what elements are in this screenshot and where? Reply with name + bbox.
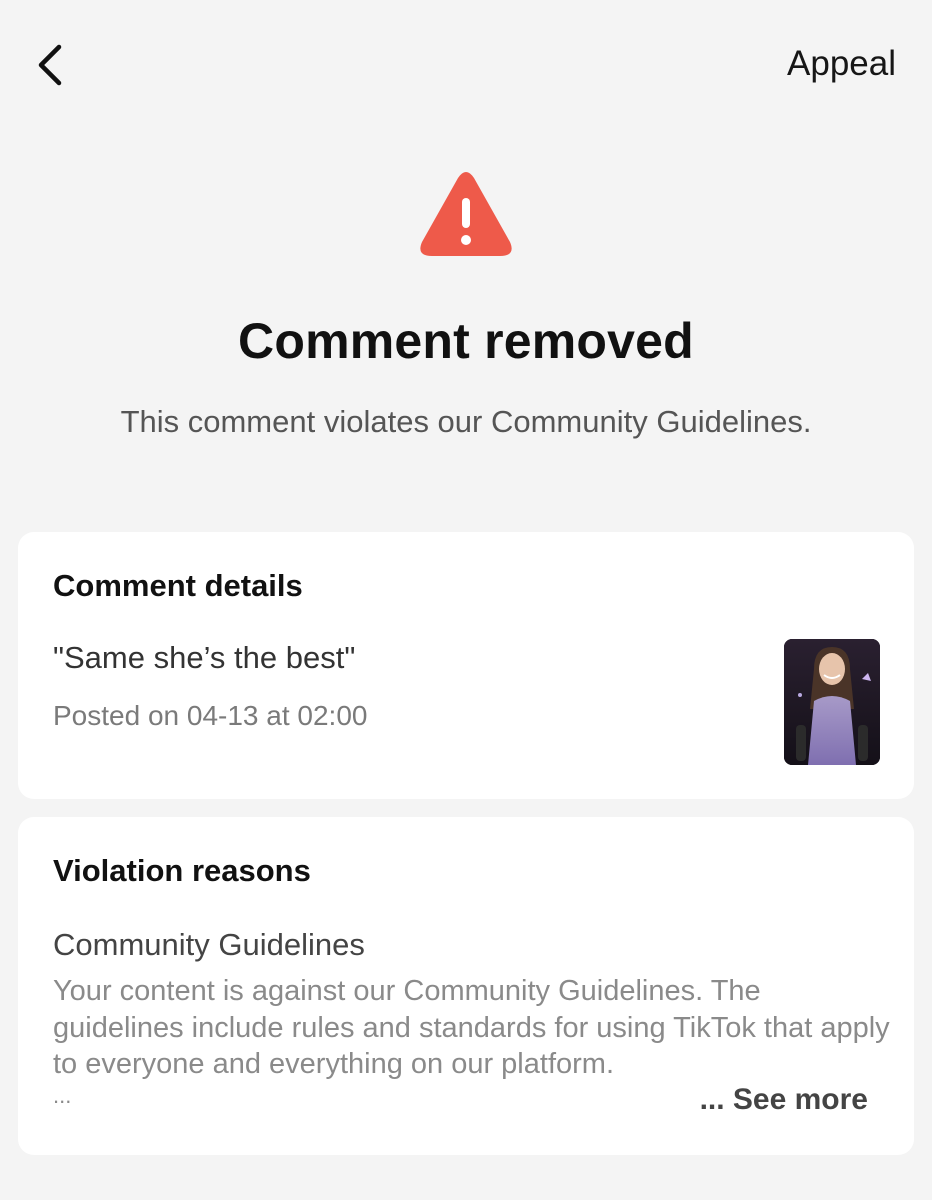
page-subtitle: This comment violates our Community Guid… <box>120 404 812 439</box>
reason-description: Your content is against our Community Gu… <box>53 975 890 1080</box>
comment-details-card: Comment details "Same she’s the best" Po… <box>18 532 914 799</box>
reason-title: Community Guidelines <box>53 927 365 962</box>
video-thumbnail[interactable] <box>784 639 880 765</box>
top-nav-bar: Appeal <box>0 0 932 130</box>
video-thumbnail-image <box>784 639 880 765</box>
chevron-left-icon <box>38 44 62 86</box>
violation-reasons-card: Violation reasons Community Guidelines Y… <box>18 817 914 1155</box>
status-icon-container <box>0 170 932 263</box>
comment-text: "Same she’s the best" <box>53 640 356 675</box>
comment-details-heading: Comment details <box>53 568 303 603</box>
truncation-ellipsis: ... <box>53 1083 72 1108</box>
page-title: Comment removed <box>238 313 694 369</box>
violation-reasons-heading: Violation reasons <box>53 853 311 888</box>
posted-timestamp: Posted on 04-13 at 02:00 <box>53 700 368 731</box>
see-more-link[interactable]: ... See more <box>700 1083 868 1117</box>
warning-triangle-icon <box>420 172 512 256</box>
back-button[interactable] <box>28 40 72 90</box>
appeal-button[interactable]: Appeal <box>787 44 896 84</box>
